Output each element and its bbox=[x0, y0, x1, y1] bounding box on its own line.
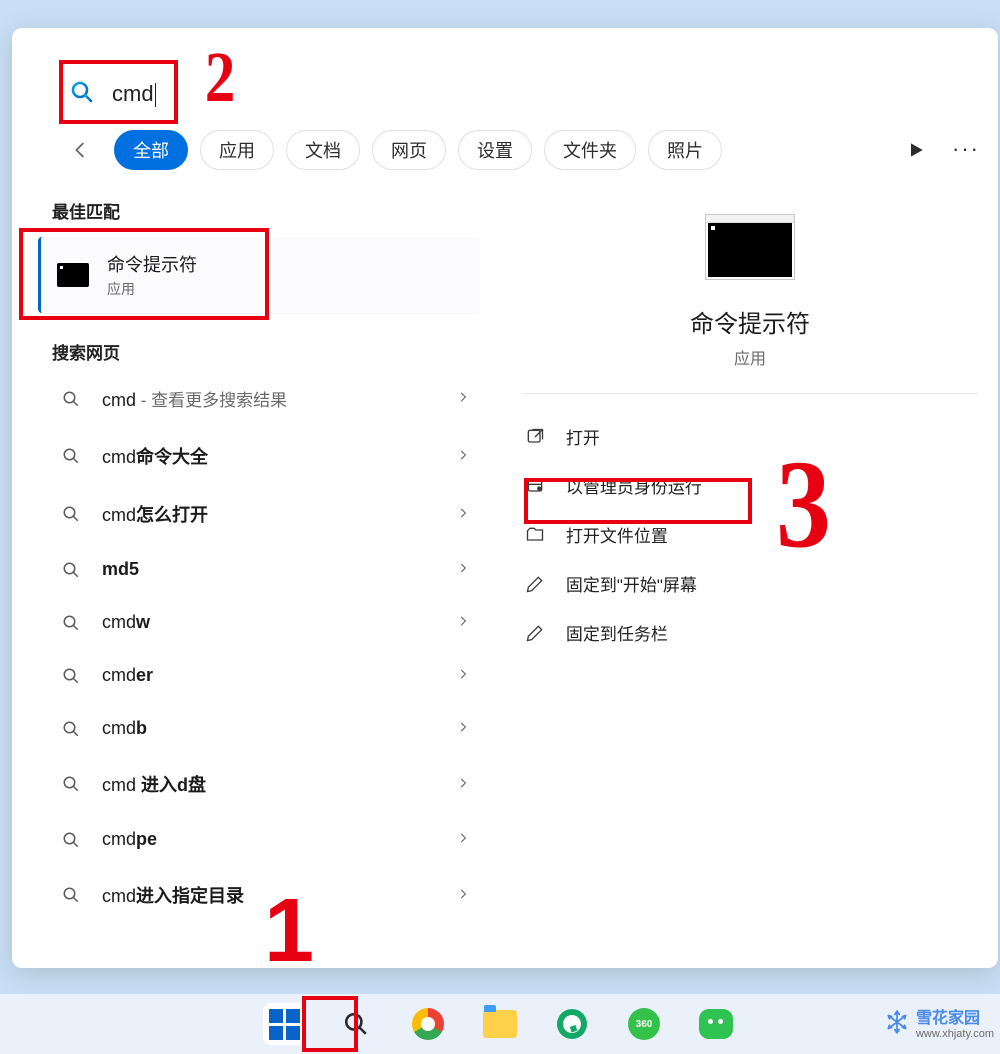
taskbar-360[interactable]: 360 bbox=[623, 1003, 665, 1045]
search-row: cmd bbox=[70, 74, 812, 114]
chevron-right-icon bbox=[456, 559, 470, 580]
taskbar-search[interactable] bbox=[335, 1003, 377, 1045]
action-label: 打开 bbox=[566, 424, 600, 449]
action-icon bbox=[524, 573, 546, 595]
web-result-item[interactable]: cmd怎么打开 bbox=[12, 485, 496, 543]
action-label: 固定到"开始"屏幕 bbox=[566, 571, 697, 596]
search-icon bbox=[62, 667, 80, 685]
action-item[interactable]: 以管理员身份运行 bbox=[522, 461, 978, 510]
chevron-right-icon bbox=[456, 388, 470, 409]
preview-thumbnail bbox=[705, 214, 795, 280]
360-icon: 360 bbox=[628, 1008, 660, 1040]
search-icon bbox=[62, 561, 80, 579]
action-icon bbox=[524, 426, 546, 448]
action-item[interactable]: 固定到任务栏 bbox=[522, 608, 978, 657]
back-button[interactable] bbox=[64, 133, 98, 167]
filter-tabs: 全部 应用 文档 网页 设置 文件夹 照片 bbox=[64, 130, 722, 170]
chevron-right-icon bbox=[456, 829, 470, 850]
action-label: 以管理员身份运行 bbox=[566, 473, 702, 498]
preview-column: 命令提示符 应用 打开以管理员身份运行打开文件位置固定到"开始"屏幕固定到任务栏 bbox=[502, 188, 998, 968]
tab-all[interactable]: 全部 bbox=[114, 130, 188, 170]
web-result-item[interactable]: cmdw bbox=[12, 596, 496, 649]
action-item[interactable]: 打开 bbox=[522, 412, 978, 461]
chevron-right-icon bbox=[456, 612, 470, 633]
web-result-text: cmder bbox=[102, 665, 153, 686]
results-column: 最佳匹配 命令提示符 应用 搜索网页 cmd - 查看更多搜索结果 cmd命令大… bbox=[12, 188, 502, 968]
taskbar-explorer[interactable] bbox=[479, 1003, 521, 1045]
web-result-text: cmd怎么打开 bbox=[102, 501, 208, 527]
windows-logo-icon bbox=[269, 1009, 300, 1040]
search-icon bbox=[62, 886, 80, 904]
action-item[interactable]: 打开文件位置 bbox=[522, 510, 978, 559]
preview-subtitle: 应用 bbox=[734, 345, 766, 369]
content-area: 最佳匹配 命令提示符 应用 搜索网页 cmd - 查看更多搜索结果 cmd命令大… bbox=[12, 188, 998, 968]
folder-icon bbox=[483, 1010, 517, 1038]
web-results-list: cmd - 查看更多搜索结果 cmd命令大全 cmd怎么打开 md5 cmdw … bbox=[12, 370, 496, 924]
search-icon bbox=[70, 80, 94, 109]
web-results-header: 搜索网页 bbox=[12, 323, 496, 370]
web-result-item[interactable]: md5 bbox=[12, 543, 496, 596]
preview-title: 命令提示符 bbox=[690, 304, 810, 339]
search-icon bbox=[62, 775, 80, 793]
cmd-icon bbox=[57, 263, 89, 287]
web-result-item[interactable]: cmdpe bbox=[12, 813, 496, 866]
web-result-item[interactable]: cmd命令大全 bbox=[12, 427, 496, 485]
tab-docs[interactable]: 文档 bbox=[286, 130, 360, 170]
tab-photos[interactable]: 照片 bbox=[648, 130, 722, 170]
taskbar-ie[interactable] bbox=[551, 1003, 593, 1045]
chevron-right-icon bbox=[456, 665, 470, 686]
best-match-header: 最佳匹配 bbox=[12, 188, 496, 231]
web-result-item[interactable]: cmdb bbox=[12, 702, 496, 755]
web-result-item[interactable]: cmd - 查看更多搜索结果 bbox=[12, 370, 496, 427]
web-result-item[interactable]: cmder bbox=[12, 649, 496, 702]
search-icon bbox=[62, 390, 80, 408]
web-result-text: md5 bbox=[102, 559, 139, 580]
search-icon bbox=[62, 505, 80, 523]
tab-folders[interactable]: 文件夹 bbox=[544, 130, 636, 170]
search-icon bbox=[62, 720, 80, 738]
web-result-item[interactable]: cmd 进入d盘 bbox=[12, 755, 496, 813]
search-icon bbox=[62, 447, 80, 465]
action-label: 打开文件位置 bbox=[566, 522, 668, 547]
search-window: cmd 全部 应用 文档 网页 设置 文件夹 照片 ··· 最佳匹配 命令提示符… bbox=[12, 28, 998, 968]
best-match-title: 命令提示符 bbox=[107, 251, 197, 277]
chevron-right-icon bbox=[456, 718, 470, 739]
search-icon bbox=[62, 614, 80, 632]
web-result-text: cmd 进入d盘 bbox=[102, 771, 206, 797]
wechat-icon bbox=[699, 1009, 733, 1039]
tab-apps[interactable]: 应用 bbox=[200, 130, 274, 170]
action-icon bbox=[524, 524, 546, 546]
tab-settings[interactable]: 设置 bbox=[458, 130, 532, 170]
action-icon bbox=[524, 475, 546, 497]
play-icon[interactable] bbox=[906, 140, 926, 165]
search-icon bbox=[62, 831, 80, 849]
chevron-right-icon bbox=[456, 446, 470, 467]
taskbar-chrome[interactable] bbox=[407, 1003, 449, 1045]
best-match-item[interactable]: 命令提示符 应用 bbox=[38, 237, 480, 313]
chevron-right-icon bbox=[456, 885, 470, 906]
web-result-item[interactable]: cmd进入指定目录 bbox=[12, 866, 496, 924]
action-label: 固定到任务栏 bbox=[566, 620, 668, 645]
search-input[interactable]: cmd bbox=[112, 81, 812, 107]
web-result-text: cmdpe bbox=[102, 829, 157, 850]
action-list: 打开以管理员身份运行打开文件位置固定到"开始"屏幕固定到任务栏 bbox=[522, 412, 978, 657]
ie-icon bbox=[553, 1005, 591, 1043]
web-result-text: cmd进入指定目录 bbox=[102, 882, 244, 908]
taskbar-start[interactable] bbox=[263, 1003, 305, 1045]
action-item[interactable]: 固定到"开始"屏幕 bbox=[522, 559, 978, 608]
tab-web[interactable]: 网页 bbox=[372, 130, 446, 170]
chevron-right-icon bbox=[456, 504, 470, 525]
divider bbox=[522, 393, 978, 394]
web-result-text: cmdb bbox=[102, 718, 147, 739]
web-result-text: cmd - 查看更多搜索结果 bbox=[102, 386, 287, 411]
action-icon bbox=[524, 622, 546, 644]
more-button[interactable]: ··· bbox=[952, 136, 980, 162]
chrome-icon bbox=[412, 1008, 444, 1040]
taskbar: 360 bbox=[0, 994, 1000, 1054]
taskbar-wechat[interactable] bbox=[695, 1003, 737, 1045]
chevron-right-icon bbox=[456, 774, 470, 795]
best-match-subtitle: 应用 bbox=[107, 279, 197, 299]
web-result-text: cmdw bbox=[102, 612, 150, 633]
web-result-text: cmd命令大全 bbox=[102, 443, 208, 469]
